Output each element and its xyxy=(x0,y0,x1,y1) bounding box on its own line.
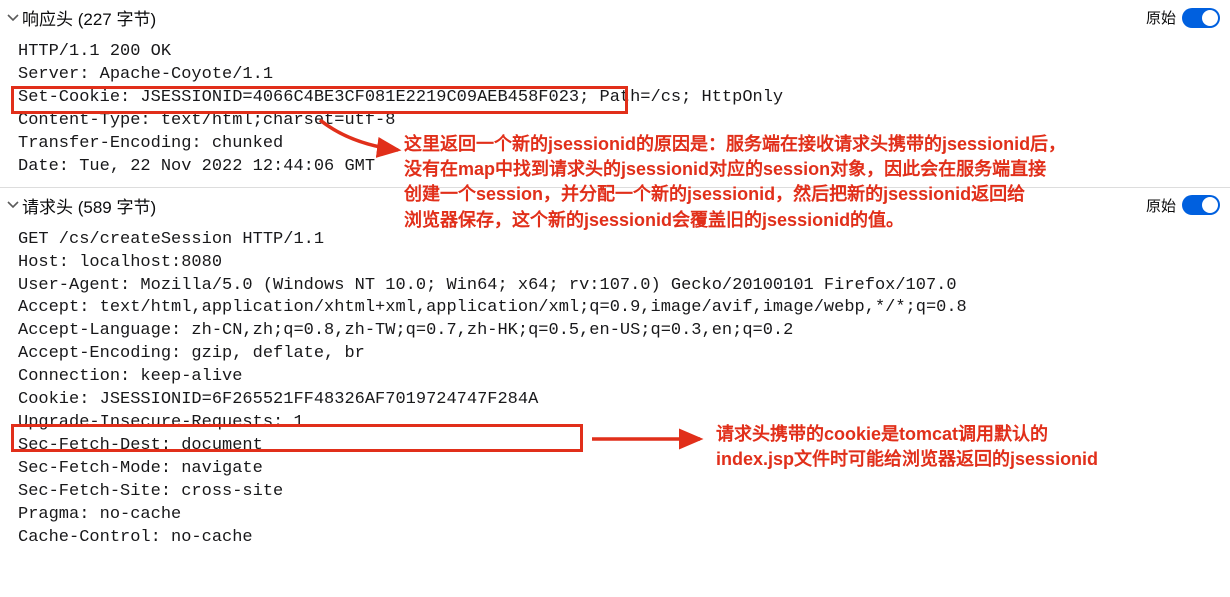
header-right: 原始 xyxy=(1146,195,1220,216)
raw-toggle-label: 原始 xyxy=(1146,195,1176,216)
request-line: User-Agent: Mozilla/5.0 (Windows NT 10.0… xyxy=(18,276,957,295)
response-headers-header[interactable]: 响应头 (227 字节) 原始 xyxy=(0,0,1230,36)
response-line: Content-Type: text/html;charset=utf-8 xyxy=(18,111,395,130)
request-line: Sec-Fetch-Mode: navigate xyxy=(18,459,263,478)
header-left: 请求头 (589 字节) xyxy=(6,193,156,218)
request-line: Cache-Control: no-cache xyxy=(18,528,253,547)
raw-toggle[interactable] xyxy=(1182,195,1220,215)
response-headers-title: 响应头 (227 字节) xyxy=(22,5,156,30)
request-line: Upgrade-Insecure-Requests: 1 xyxy=(18,413,304,432)
request-headers-section: 请求头 (589 字节) 原始 GET /cs/createSession HT… xyxy=(0,187,1230,558)
response-line: HTTP/1.1 200 OK xyxy=(18,42,171,61)
header-left: 响应头 (227 字节) xyxy=(6,5,156,30)
request-line: Accept-Encoding: gzip, deflate, br xyxy=(18,344,365,363)
raw-toggle[interactable] xyxy=(1182,8,1220,28)
response-line: Date: Tue, 22 Nov 2022 12:44:06 GMT xyxy=(18,157,375,176)
request-line: Connection: keep-alive xyxy=(18,367,242,386)
request-line: Sec-Fetch-Dest: document xyxy=(18,436,263,455)
response-line: Transfer-Encoding: chunked xyxy=(18,134,283,153)
chevron-down-icon[interactable] xyxy=(6,11,20,25)
request-headers-title: 请求头 (589 字节) xyxy=(22,193,156,218)
response-line: Set-Cookie: JSESSIONID=4066C4BE3CF081E22… xyxy=(18,88,783,107)
request-line: Cookie: JSESSIONID=6F265521FF48326AF7019… xyxy=(18,390,538,409)
request-line: Pragma: no-cache xyxy=(18,505,181,524)
request-line: Host: localhost:8080 xyxy=(18,253,222,272)
request-line: GET /cs/createSession HTTP/1.1 xyxy=(18,230,324,249)
request-line: Accept: text/html,application/xhtml+xml,… xyxy=(18,298,967,317)
chevron-down-icon[interactable] xyxy=(6,198,20,212)
request-headers-body: GET /cs/createSession HTTP/1.1 Host: loc… xyxy=(0,224,1230,558)
request-line: Accept-Language: zh-CN,zh;q=0.8,zh-TW;q=… xyxy=(18,321,793,340)
raw-toggle-label: 原始 xyxy=(1146,7,1176,28)
response-headers-section: 响应头 (227 字节) 原始 HTTP/1.1 200 OK Server: … xyxy=(0,0,1230,187)
request-headers-header[interactable]: 请求头 (589 字节) 原始 xyxy=(0,187,1230,224)
response-headers-body: HTTP/1.1 200 OK Server: Apache-Coyote/1.… xyxy=(0,36,1230,187)
header-right: 原始 xyxy=(1146,7,1220,28)
response-line: Server: Apache-Coyote/1.1 xyxy=(18,65,273,84)
request-line: Sec-Fetch-Site: cross-site xyxy=(18,482,283,501)
